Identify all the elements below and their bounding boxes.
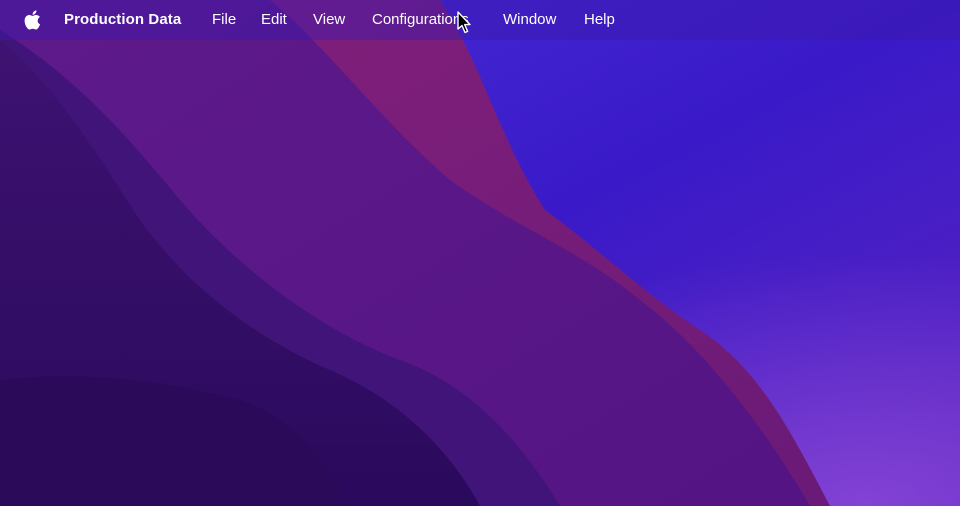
apple-logo-icon[interactable] [23, 10, 41, 30]
menu-edit[interactable]: Edit [261, 11, 287, 28]
menu-bar: Production Data File Edit View Configura… [0, 0, 960, 40]
desktop: Production Data File Edit View Configura… [0, 0, 960, 506]
wallpaper [0, 0, 960, 506]
menu-view[interactable]: View [313, 11, 345, 28]
menu-window[interactable]: Window [503, 11, 556, 28]
menu-configurations[interactable]: Configurations [372, 11, 469, 28]
menu-file[interactable]: File [212, 11, 236, 28]
app-name-menu[interactable]: Production Data [64, 11, 181, 28]
menu-help[interactable]: Help [584, 11, 615, 28]
arrow-pointer-icon [457, 11, 471, 34]
